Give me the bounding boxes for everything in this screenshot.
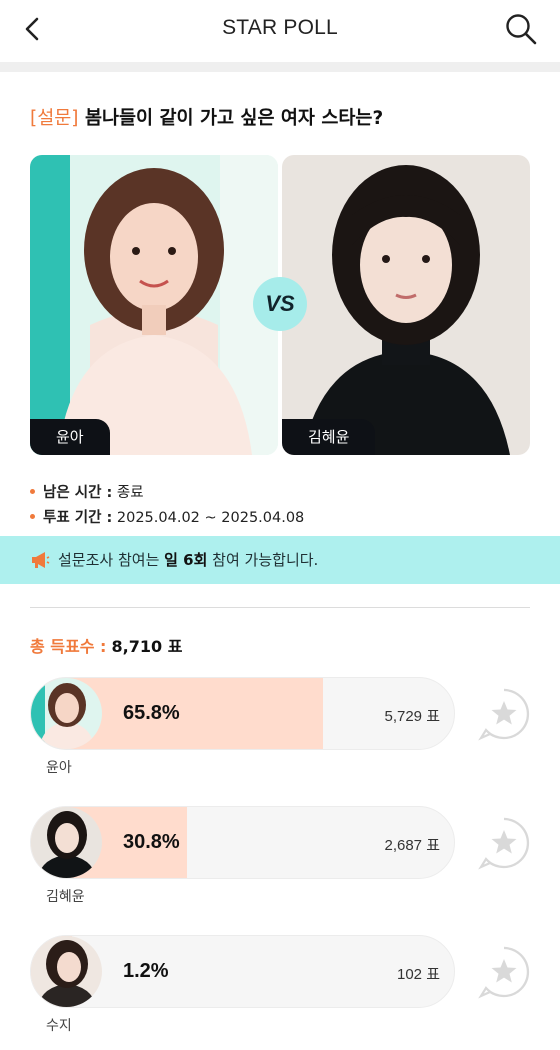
result-votes: 2,687 표	[384, 837, 440, 854]
candidate-name-right: 김혜윤	[282, 419, 376, 455]
star-vote-icon[interactable]	[477, 945, 531, 999]
page-title: STAR POLL	[222, 16, 338, 39]
star-vote-icon[interactable]	[477, 687, 531, 741]
result-name: 윤아	[46, 760, 72, 776]
result-row: 1.2% 102 표 수지	[30, 935, 560, 1050]
remaining-time: 남은 시간 : 종료	[30, 481, 144, 502]
participation-notice: 설문조사 참여는 일 6회 참여 가능합니다.	[0, 536, 560, 584]
megaphone-icon	[32, 552, 50, 568]
avatar	[31, 807, 102, 878]
period-label: 투표 기간 :	[43, 510, 113, 526]
total-votes-label: 총 득표수 :	[30, 637, 107, 656]
candidate-card-right[interactable]: 김혜윤	[282, 155, 530, 455]
notice-text: 설문조사 참여는 일 6회 참여 가능합니다.	[58, 549, 318, 570]
poll-question: [설문] 봄나들이 같이 가고 싶은 여자 스타는?	[30, 104, 383, 130]
candidate-photo-left	[30, 155, 278, 455]
total-votes: 총 득표수 : 8,710 표	[30, 633, 182, 657]
period-value: 2025.04.02 ~ 2025.04.08	[116, 510, 305, 526]
avatar	[31, 678, 102, 749]
remaining-label: 남은 시간 :	[43, 485, 113, 501]
result-percent: 65.8%	[123, 702, 180, 724]
notice-text-bold: 일 6회	[164, 551, 208, 569]
voting-period: 투표 기간 : 2025.04.02 ~ 2025.04.08	[30, 506, 304, 527]
vs-badge: VS	[253, 277, 307, 331]
result-row: 30.8% 2,687 표 김혜윤	[30, 806, 560, 926]
notice-text-before: 설문조사 참여는	[58, 551, 165, 569]
bullet-dot	[30, 488, 35, 494]
total-votes-value: 8,710 표	[111, 637, 183, 656]
app-header: STAR POLL	[0, 0, 560, 62]
bullet-dot	[30, 513, 35, 519]
star-vote-icon[interactable]	[477, 816, 531, 870]
remaining-value: 종료	[116, 485, 144, 501]
result-row: 65.8% 5,729 표 윤아	[30, 677, 560, 797]
result-name: 김혜윤	[46, 889, 85, 905]
result-votes: 102 표	[397, 966, 440, 983]
section-divider	[30, 607, 530, 608]
avatar	[31, 936, 102, 1007]
result-percent: 30.8%	[123, 831, 180, 853]
notice-text-after: 참여 가능합니다.	[207, 551, 319, 569]
candidate-name-left: 윤아	[30, 419, 110, 455]
candidate-card-left[interactable]: 윤아	[30, 155, 278, 455]
poll-tag: [설문]	[30, 108, 79, 129]
result-name: 수지	[46, 1018, 72, 1034]
result-percent: 1.2%	[123, 960, 169, 982]
candidate-photo-right	[282, 155, 530, 455]
search-icon[interactable]	[504, 12, 538, 46]
poll-question-text: 봄나들이 같이 가고 싶은 여자 스타는?	[84, 108, 384, 129]
result-votes: 5,729 표	[384, 708, 440, 725]
header-divider-band	[0, 62, 560, 72]
